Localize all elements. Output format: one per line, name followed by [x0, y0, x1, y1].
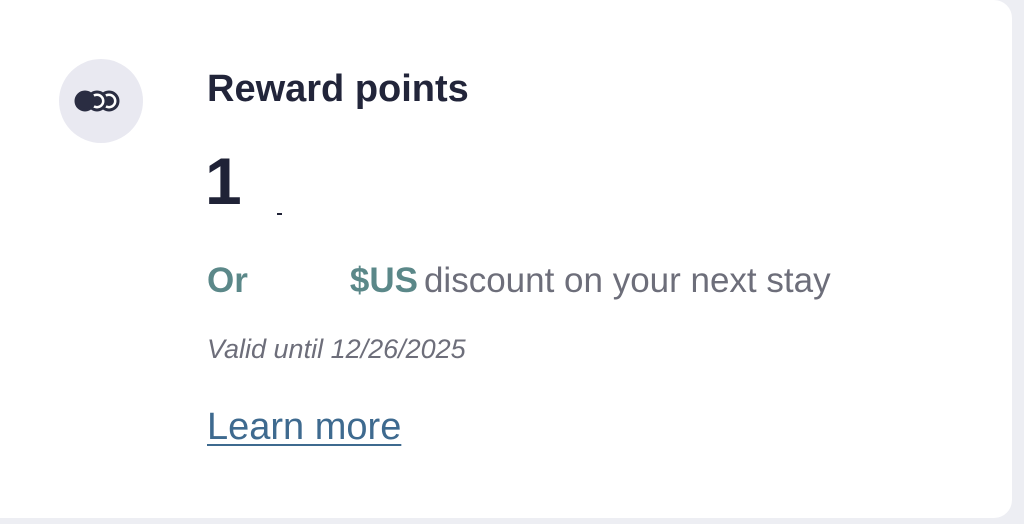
- coins-glyph: [74, 90, 120, 112]
- discount-description: discount on your next stay: [423, 261, 831, 300]
- points-suffix-mark: [277, 213, 282, 215]
- discount-line: Or $US discount on your next stay: [207, 261, 831, 301]
- validity-date: Valid until 12/26/2025: [207, 334, 466, 364]
- currency-label: $US: [349, 261, 418, 300]
- reward-coins-icon: [59, 59, 143, 143]
- reward-points-card: Reward points 1 Or $US discount on your ne…: [0, 0, 1012, 518]
- points-balance: 1: [205, 144, 242, 218]
- learn-more-link[interactable]: Learn more: [207, 406, 401, 449]
- or-label: Or: [207, 261, 248, 300]
- card-title: Reward points: [207, 68, 469, 110]
